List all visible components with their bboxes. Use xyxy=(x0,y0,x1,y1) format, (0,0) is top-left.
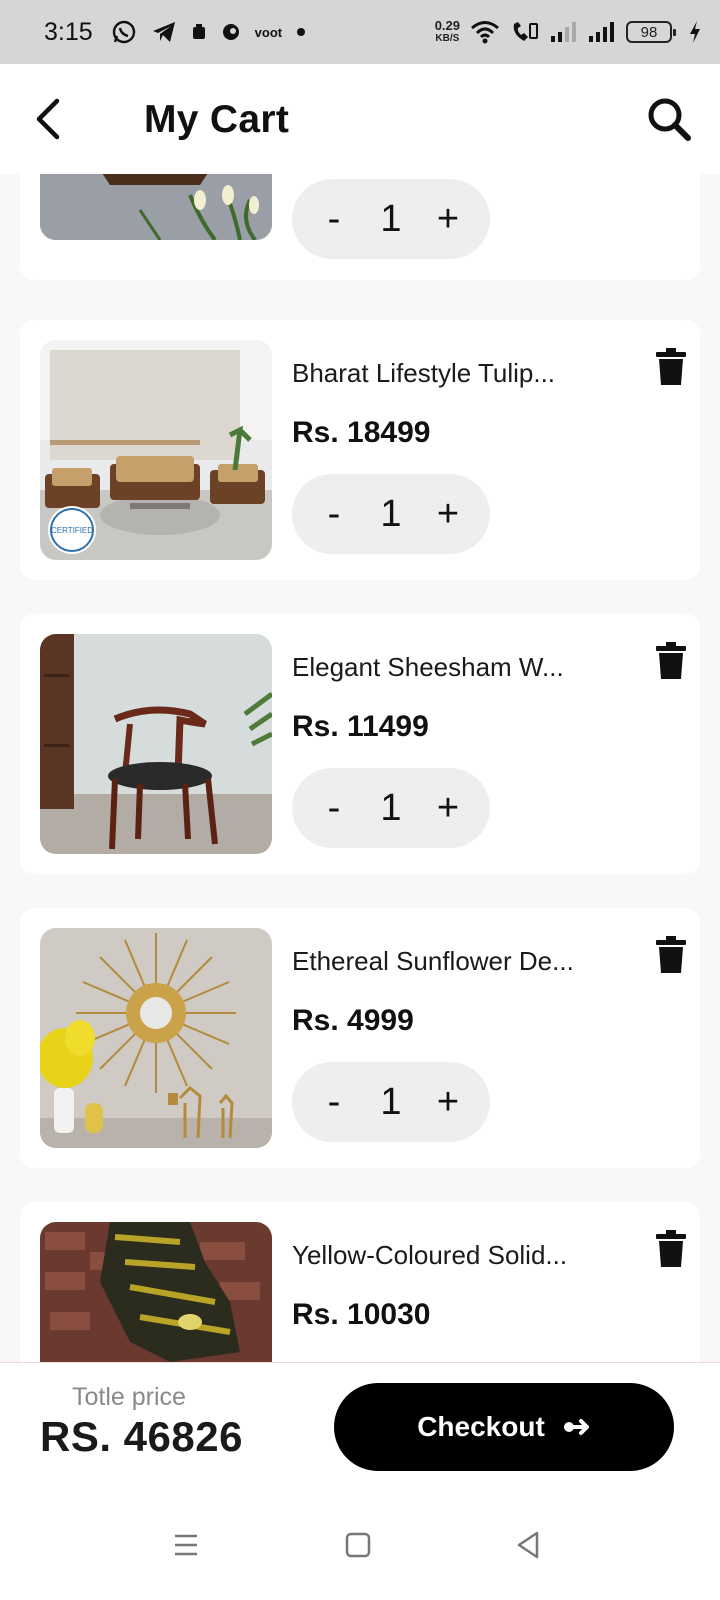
cart-item-card: Yellow-Coloured Solid... Rs. 10030 xyxy=(20,1202,700,1362)
quantity-stepper: - 1 + xyxy=(292,1062,490,1142)
checkout-button[interactable]: Checkout xyxy=(334,1383,674,1471)
menu-icon xyxy=(175,1534,197,1556)
wifi-icon xyxy=(470,20,500,44)
product-image-mirror[interactable] xyxy=(40,928,272,1148)
trash-icon xyxy=(656,1230,686,1267)
increment-button[interactable]: + xyxy=(428,493,468,536)
quantity-stepper: - 1 + xyxy=(292,768,490,848)
notification-icons: voot xyxy=(111,19,306,45)
back-nav-button[interactable] xyxy=(508,1528,548,1562)
product-price: Rs. 18499 xyxy=(292,416,431,449)
product-name[interactable]: Yellow-Coloured Solid... xyxy=(292,1240,592,1271)
back-button[interactable] xyxy=(28,96,68,142)
signal-strength-sim2-icon xyxy=(588,21,616,43)
app-header: My Cart xyxy=(0,64,720,174)
volte-call-icon xyxy=(510,20,540,44)
product-image-chair[interactable] xyxy=(40,634,272,854)
checkout-button-label: Checkout xyxy=(417,1411,545,1442)
battery-indicator: 98 xyxy=(626,21,676,43)
more-notifications-dot-icon xyxy=(296,27,306,37)
increment-button[interactable]: + xyxy=(428,1081,468,1124)
signal-strength-sim1-icon xyxy=(550,21,578,43)
product-name[interactable]: Bharat Lifestyle Tulip... xyxy=(292,358,592,389)
increment-button[interactable]: + xyxy=(428,787,468,830)
cart-item-list[interactable]: - 1 + CERTIFIED Bharat Lifestyle Tulip..… xyxy=(0,174,720,1362)
delete-button[interactable] xyxy=(656,642,686,680)
cart-item-card: - 1 + xyxy=(20,174,700,280)
product-image-sofa[interactable]: CERTIFIED xyxy=(40,340,272,560)
status-time: 3:15 xyxy=(44,17,93,46)
trash-icon xyxy=(656,936,686,973)
product-name[interactable]: Elegant Sheesham W... xyxy=(292,652,592,683)
telegram-icon xyxy=(151,20,177,44)
network-speed-unit: KB/S xyxy=(435,33,460,44)
total-price-label: Totle price xyxy=(72,1383,186,1411)
product-image-shelf[interactable] xyxy=(40,174,272,240)
home-button[interactable] xyxy=(338,1528,378,1562)
system-navigation-bar xyxy=(0,1492,720,1600)
product-price: Rs. 4999 xyxy=(292,1004,414,1037)
app-icon xyxy=(221,22,241,42)
cart-item-card: Elegant Sheesham W... Rs. 11499 - 1 + xyxy=(20,614,700,874)
certified-badge-text: CERTIFIED xyxy=(51,526,93,535)
trash-icon xyxy=(656,348,686,385)
square-icon xyxy=(345,1532,371,1558)
search-button[interactable] xyxy=(644,94,694,144)
search-icon xyxy=(648,98,691,141)
product-image-fountain[interactable] xyxy=(40,1222,272,1362)
triangle-back-icon xyxy=(517,1531,539,1559)
delete-button[interactable] xyxy=(656,1230,686,1268)
checkout-bar: Totle price RS. 46826 Checkout xyxy=(0,1362,720,1492)
decrement-button[interactable]: - xyxy=(314,1081,354,1124)
increment-button[interactable]: + xyxy=(428,198,468,241)
decrement-button[interactable]: - xyxy=(314,787,354,830)
delete-button[interactable] xyxy=(656,348,686,386)
whatsapp-icon xyxy=(111,19,137,45)
decrement-button[interactable]: - xyxy=(314,198,354,241)
quantity-stepper: - 1 + xyxy=(292,474,490,554)
product-price: Rs. 11499 xyxy=(292,710,429,743)
chevron-left-icon xyxy=(36,98,60,140)
system-status-icons: 0.29 KB/S 98 xyxy=(435,19,702,45)
network-speed-value: 0.29 xyxy=(434,18,460,33)
cart-item-card: CERTIFIED Bharat Lifestyle Tulip... Rs. … xyxy=(20,320,700,580)
status-bar: 3:15 voot 0.29 KB/S 98 xyxy=(0,0,720,64)
quantity-stepper: - 1 + xyxy=(292,179,490,259)
product-price: Rs. 10030 xyxy=(292,1298,431,1331)
quantity-value: 1 xyxy=(380,786,402,829)
delete-button[interactable] xyxy=(656,936,686,974)
page-title: My Cart xyxy=(144,98,290,141)
recent-apps-button[interactable] xyxy=(166,1528,206,1562)
arrow-right-icon xyxy=(563,1419,589,1435)
total-price-value: RS. 46826 xyxy=(40,1413,243,1460)
voot-icon: voot xyxy=(254,24,283,40)
network-speed: 0.29 KB/S xyxy=(435,19,460,45)
quantity-value: 1 xyxy=(380,197,402,240)
quantity-value: 1 xyxy=(380,492,402,535)
gallery-icon xyxy=(191,23,207,41)
charging-icon xyxy=(688,20,702,44)
product-name[interactable]: Ethereal Sunflower De... xyxy=(292,946,592,977)
quantity-value: 1 xyxy=(380,1080,402,1123)
cart-item-card: Ethereal Sunflower De... Rs. 4999 - 1 + xyxy=(20,908,700,1168)
trash-icon xyxy=(656,642,686,679)
decrement-button[interactable]: - xyxy=(314,493,354,536)
